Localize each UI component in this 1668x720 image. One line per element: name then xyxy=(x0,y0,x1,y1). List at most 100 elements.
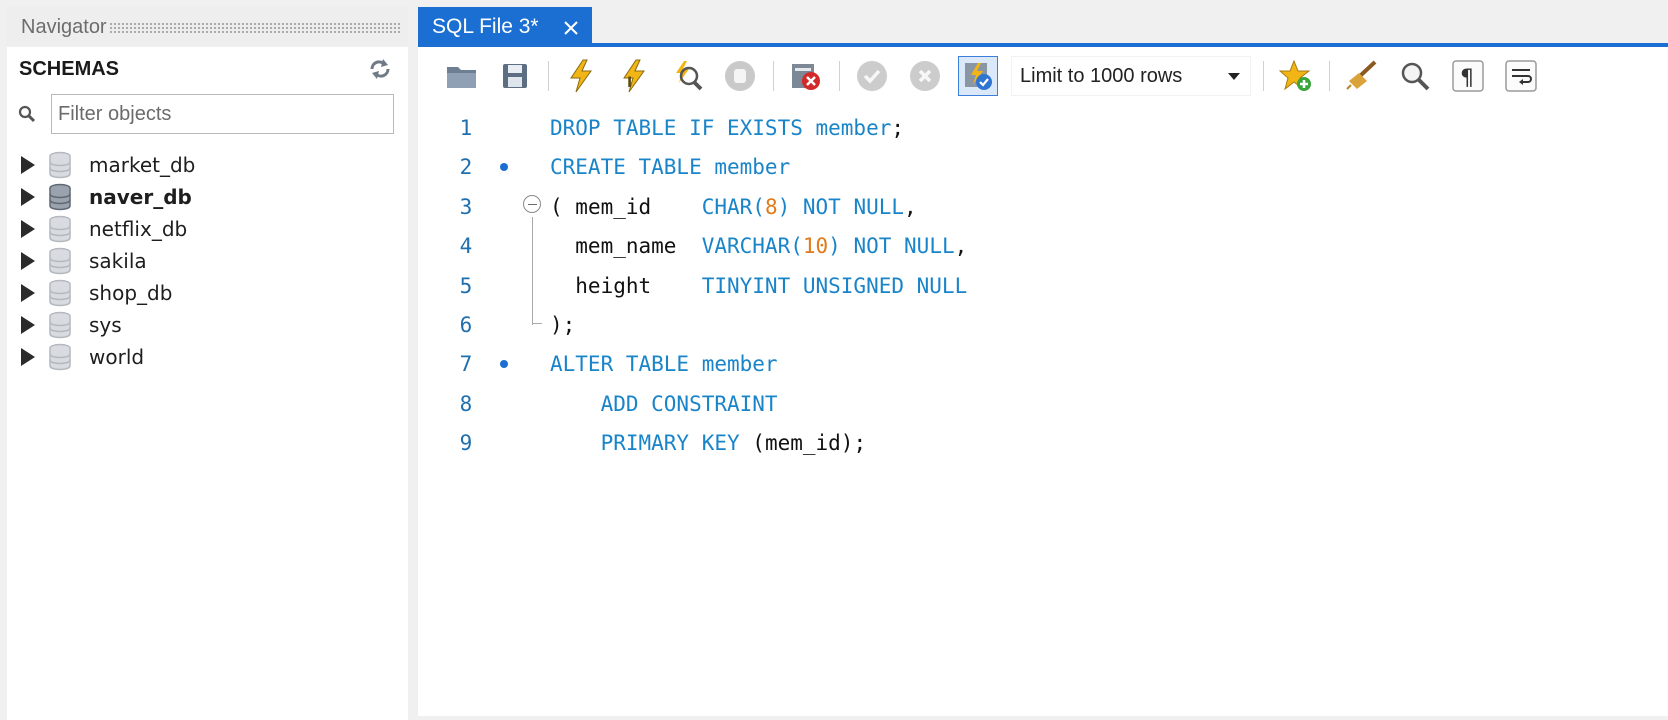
add-snippet-icon xyxy=(1279,59,1311,91)
code-token: CHAR( xyxy=(701,194,765,219)
navigator-panel: Navigator SCHEMAS market_db naver_dbnetfl… xyxy=(7,7,408,720)
expand-arrow-icon[interactable] xyxy=(21,188,35,206)
panel-grip[interactable] xyxy=(108,21,400,33)
toolbar-separator xyxy=(548,61,549,91)
execute-current-button[interactable]: I xyxy=(614,56,654,96)
code-text: mem_name VARCHAR(10) NOT NULL, xyxy=(550,234,967,258)
tab-strip: SQL File 3* xyxy=(418,7,1668,47)
schema-item-netflix_db[interactable]: netflix_db xyxy=(7,213,408,245)
code-line[interactable]: 6); xyxy=(418,305,1668,345)
schema-item-sakila[interactable]: sakila xyxy=(7,245,408,277)
expand-arrow-icon[interactable] xyxy=(21,284,35,302)
schema-item-naver_db[interactable]: naver_db xyxy=(7,181,408,213)
code-line[interactable]: 5 height TINYINT UNSIGNED NULL xyxy=(418,266,1668,306)
line-number: 3 xyxy=(459,194,473,219)
filter-objects-input[interactable] xyxy=(51,94,394,134)
sql-toolbar: I Limit to 1000 rows ¶ xyxy=(418,47,1668,105)
code-token: height xyxy=(550,273,702,298)
beautify-button[interactable] xyxy=(1342,56,1382,96)
expand-arrow-icon[interactable] xyxy=(21,316,35,334)
schema-name: shop_db xyxy=(89,281,173,305)
line-number: 4 xyxy=(459,234,473,259)
stop-icon xyxy=(725,61,755,91)
editor-pane: SQL File 3* I Limit to 1000 rows ¶ 1 DRO… xyxy=(418,7,1668,720)
refresh-icon[interactable] xyxy=(368,57,392,81)
code-token: CREATE TABLE member xyxy=(550,155,791,180)
execute-button[interactable] xyxy=(561,56,601,96)
code-token: mem_id xyxy=(575,194,702,219)
toggle-invisible-chars-button[interactable]: ¶ xyxy=(1448,56,1488,96)
limit-rows-select[interactable]: Limit to 1000 rows xyxy=(1011,56,1251,96)
schemas-bar: SCHEMAS xyxy=(7,47,408,91)
schema-name: netflix_db xyxy=(89,217,188,241)
toggle-word-wrap-button[interactable] xyxy=(1501,56,1541,96)
sql-editor[interactable]: 1 DROP TABLE IF EXISTS member; 2 CREATE TAB… xyxy=(418,105,1668,716)
code-line[interactable]: 3 ( mem_id CHAR(8) NOT NULL, xyxy=(418,187,1668,227)
code-line[interactable]: 8 ADD CONSTRAINT xyxy=(418,384,1668,424)
search-icon xyxy=(18,105,36,123)
expand-arrow-icon[interactable] xyxy=(21,156,35,174)
code-token: TINYINT UNSIGNED NULL xyxy=(701,273,968,298)
open-file-button[interactable] xyxy=(442,56,482,96)
expand-arrow-icon[interactable] xyxy=(21,252,35,270)
wrap-lines-icon xyxy=(1505,60,1537,92)
navigator-title: Navigator xyxy=(21,15,107,38)
execute-icon xyxy=(570,59,592,93)
schema-item-shop_db[interactable]: shop_db xyxy=(7,277,408,309)
code-token: ); xyxy=(550,313,576,337)
add-snippet-button[interactable] xyxy=(1276,56,1316,96)
close-icon[interactable] xyxy=(562,19,580,37)
code-line[interactable]: 7 ALTER TABLE member xyxy=(418,344,1668,384)
toggle-stop-on-error-button[interactable] xyxy=(786,56,826,96)
schema-name: naver_db xyxy=(89,185,192,209)
code-token: , xyxy=(904,194,917,219)
code-line[interactable]: 4 mem_name VARCHAR(10) NOT NULL, xyxy=(418,226,1668,266)
line-number: 6 xyxy=(459,313,473,337)
rollback-button[interactable] xyxy=(905,56,945,96)
autocommit-toggle-button[interactable] xyxy=(958,56,998,96)
code-token: PRIMARY KEY xyxy=(550,431,753,456)
expand-arrow-icon[interactable] xyxy=(21,348,35,366)
code-token: ALTER TABLE member xyxy=(550,352,778,377)
limit-rows-value: Limit to 1000 rows xyxy=(1020,64,1183,87)
tab-sql-file[interactable]: SQL File 3* xyxy=(418,7,592,47)
code-line[interactable]: 2 CREATE TABLE member xyxy=(418,147,1668,187)
schema-item-market_db[interactable]: market_db xyxy=(7,149,408,181)
find-button[interactable] xyxy=(1395,56,1435,96)
line-number: 2 xyxy=(459,155,473,180)
code-text: ADD CONSTRAINT xyxy=(550,392,778,416)
code-line[interactable]: 1 DROP TABLE IF EXISTS member; xyxy=(418,108,1668,148)
commit-button[interactable] xyxy=(852,56,892,96)
navigator-header: Navigator xyxy=(7,7,408,47)
schema-name: sakila xyxy=(89,249,147,273)
tab-label: SQL File 3* xyxy=(432,15,539,38)
save-button[interactable] xyxy=(495,56,535,96)
code-token: ; xyxy=(891,116,905,140)
line-number: 1 xyxy=(459,116,473,140)
explain-button[interactable] xyxy=(667,56,707,96)
schema-item-sys[interactable]: sys xyxy=(7,309,408,341)
statement-marker-icon xyxy=(500,360,508,369)
code-token: ) NOT NULL xyxy=(777,194,905,219)
save-icon xyxy=(503,64,527,88)
code-text: DROP TABLE IF EXISTS member; xyxy=(550,116,904,140)
schema-name: world xyxy=(89,345,145,369)
schema-name: market_db xyxy=(89,153,196,177)
schema-item-world[interactable]: world xyxy=(7,341,408,373)
database-icon xyxy=(49,215,71,243)
line-number: 5 xyxy=(459,273,473,298)
line-number: 9 xyxy=(459,431,473,456)
stop-button[interactable] xyxy=(720,56,760,96)
schemas-label: SCHEMAS xyxy=(19,57,120,80)
autocommit-icon xyxy=(965,63,992,90)
code-token: ( xyxy=(550,194,576,219)
code-token: 8 xyxy=(764,194,778,219)
svg-text:¶: ¶ xyxy=(1460,66,1474,91)
expand-arrow-icon[interactable] xyxy=(21,220,35,238)
svg-text:I: I xyxy=(627,75,632,91)
code-line[interactable]: 9 PRIMARY KEY (mem_id); xyxy=(418,423,1668,463)
code-text: PRIMARY KEY (mem_id); xyxy=(550,431,867,456)
toolbar-separator xyxy=(839,61,840,91)
database-icon xyxy=(49,343,71,371)
chevron-down-icon xyxy=(1228,72,1240,80)
